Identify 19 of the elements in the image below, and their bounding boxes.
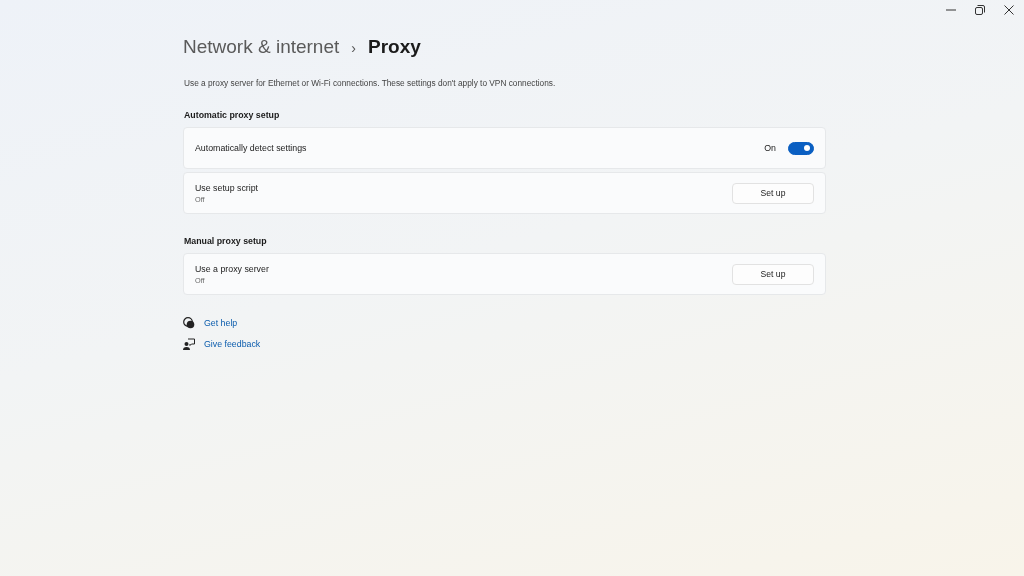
section-heading: Automatic proxy setup — [184, 110, 281, 120]
section-heading: Manual proxy setup — [184, 236, 268, 246]
page-title: Proxy — [367, 36, 421, 58]
help-icon — [183, 317, 195, 329]
setting-label: Use a proxy server — [195, 263, 269, 274]
breadcrumb-separator: › — [350, 40, 357, 56]
page-description: Use a proxy server for Ethernet or Wi-Fi connections. These settings don't apply to VPN connections. — [184, 78, 557, 88]
set-up-button[interactable]: Set up — [732, 182, 814, 204]
setting-label: Use setup script — [195, 182, 259, 193]
link[interactable]: Get help — [204, 318, 238, 328]
set-up-button[interactable]: Set up — [732, 263, 814, 285]
breadcrumb-parent[interactable]: Network & internet — [183, 36, 340, 58]
link[interactable]: Give feedback — [204, 339, 261, 349]
restore-icon[interactable] — [975, 5, 985, 15]
toggle-state: On — [764, 143, 776, 153]
toggle-switch[interactable] — [788, 141, 814, 155]
close-icon[interactable] — [1004, 5, 1014, 15]
feedback-person-icon — [183, 338, 195, 350]
setting-label: Automatically detect settings — [195, 143, 307, 153]
